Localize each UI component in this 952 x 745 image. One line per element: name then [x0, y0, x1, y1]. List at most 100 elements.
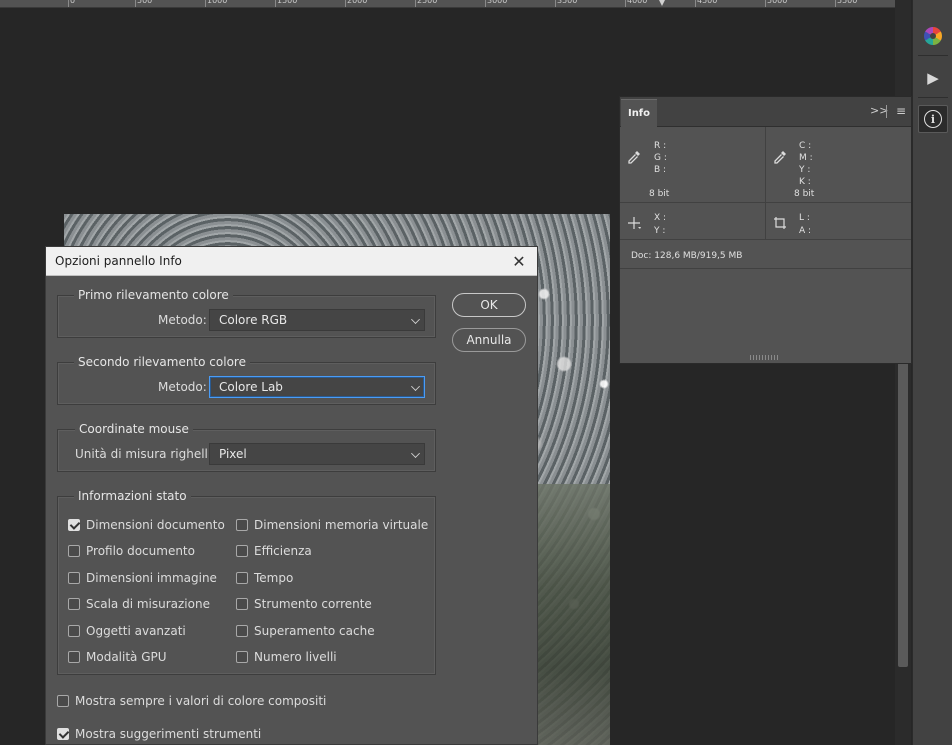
checkbox-show-composite[interactable] — [57, 695, 69, 707]
ruler-tick — [135, 0, 136, 7]
checkbox-layer-count[interactable] — [236, 651, 248, 663]
ruler-tick — [485, 0, 486, 7]
eyedropper-icon[interactable] — [626, 149, 642, 165]
checkbox-document-profile[interactable] — [68, 545, 80, 557]
label-y: Y : — [799, 165, 811, 175]
checkbox-gpu-mode[interactable] — [68, 651, 80, 663]
group-title: Primo rilevamento colore — [74, 288, 233, 302]
ruler-label: 0 — [70, 0, 76, 5]
eyedropper-icon[interactable] — [772, 149, 788, 165]
close-icon[interactable]: ✕ — [509, 251, 529, 271]
label-k: K : — [799, 177, 811, 187]
info-icon[interactable]: i — [918, 105, 948, 133]
play-icon[interactable]: ▶ — [918, 64, 948, 92]
group-title: Coordinate mouse — [75, 422, 193, 436]
ruler-label: 3000 — [487, 0, 508, 5]
ruler-label: 4500 — [697, 0, 718, 5]
first-color-sample-group: Primo rilevamento colore Metodo: Colore … — [57, 288, 436, 338]
status-info-group: Informazioni stato Dimensioni documento … — [57, 489, 436, 675]
scrollbar-thumb[interactable] — [898, 362, 908, 667]
label-b: B : — [654, 165, 667, 175]
ruler-label: 500 — [137, 0, 153, 5]
checkbox-efficiency[interactable] — [236, 545, 248, 557]
checkbox-label: Oggetti avanzati — [86, 624, 186, 638]
first-method-select[interactable]: Colore RGB — [209, 309, 425, 331]
checkbox-smart-objects[interactable] — [68, 625, 80, 637]
checkbox-label: Modalità GPU — [86, 650, 167, 664]
panel-divider — [620, 239, 911, 240]
label-g: G : — [654, 153, 667, 163]
ruler-label: 1000 — [207, 0, 228, 5]
checkbox-label: Mostra sempre i valori di colore composi… — [75, 694, 327, 708]
ruler-label: 1500 — [277, 0, 298, 5]
checkbox-measurement-scale[interactable] — [68, 598, 80, 610]
panel-tab-bar: Info >> ≡ — [620, 97, 911, 127]
checkbox-scratch-sizes[interactable] — [236, 519, 248, 531]
mouse-coordinates-group: Coordinate mouse Unità di misura righell… — [57, 422, 436, 472]
second-method-select[interactable]: Colore Lab — [209, 376, 425, 398]
cancel-button[interactable]: Annulla — [452, 328, 526, 352]
select-value: Colore Lab — [219, 380, 283, 394]
label-r: R : — [654, 141, 667, 151]
checkbox-cache-overflow[interactable] — [236, 625, 248, 637]
checkbox-current-tool[interactable] — [236, 598, 248, 610]
checkbox-label: Dimensioni documento — [86, 518, 225, 532]
hamburger-menu-icon[interactable]: ≡ — [896, 105, 906, 117]
label-l: L : — [799, 213, 810, 223]
checkbox-label: Strumento corrente — [254, 597, 372, 611]
checkbox-label: Dimensioni memoria virtuale — [254, 518, 429, 532]
chevron-down-icon — [411, 315, 420, 324]
ruler-tick — [765, 0, 766, 7]
chevron-down-icon — [411, 449, 420, 458]
ruler-units-label: Unità di misura righelli: — [75, 447, 216, 461]
ruler-units-select[interactable]: Pixel — [209, 443, 425, 465]
ruler-tick — [345, 0, 346, 7]
ok-button[interactable]: OK — [452, 293, 526, 317]
checkbox-show-tooltips[interactable] — [57, 728, 69, 740]
dialog-title-bar[interactable]: Opzioni pannello Info ✕ — [46, 247, 537, 276]
color-wheel-icon[interactable] — [918, 22, 948, 50]
ruler-label: 2000 — [347, 0, 368, 5]
dialog-title: Opzioni pannello Info — [55, 254, 182, 268]
select-value: Colore RGB — [219, 313, 288, 327]
ruler-tick — [415, 0, 416, 7]
dock-separator — [918, 97, 948, 98]
panel-divider — [765, 127, 766, 239]
ruler-label: 5000 — [767, 0, 788, 5]
checkbox-timing[interactable] — [236, 572, 248, 584]
ruler-cursor-marker — [659, 0, 665, 6]
ruler-tick — [835, 0, 836, 7]
group-title: Secondo rilevamento colore — [74, 355, 250, 369]
ruler-tick — [555, 0, 556, 7]
cmyk-bit-depth: 8 bit — [794, 189, 815, 199]
ruler-tick — [68, 0, 69, 7]
method-label: Metodo: — [158, 380, 207, 394]
panel-divider — [620, 202, 911, 203]
selection-size-icon — [774, 217, 786, 229]
ruler-label: 4000 — [627, 0, 648, 5]
label-y-coord: Y : — [654, 226, 666, 236]
ruler-label: 5500 — [837, 0, 858, 5]
select-value: Pixel — [219, 447, 247, 461]
panel-dock-strip: ▶ i — [912, 0, 952, 745]
checkbox-image-dimensions[interactable] — [68, 572, 80, 584]
tab-info[interactable]: Info — [621, 99, 657, 127]
panel-resize-grip[interactable] — [750, 355, 780, 360]
checkbox-label: Profilo documento — [86, 544, 195, 558]
checkbox-label: Superamento cache — [254, 624, 375, 638]
ruler-tick — [695, 0, 696, 7]
ruler-tick — [275, 0, 276, 7]
panel-divider — [620, 268, 911, 269]
checkbox-label: Dimensioni immagine — [86, 571, 217, 585]
ruler-label: 3500 — [557, 0, 578, 5]
dock-separator — [918, 55, 948, 56]
checkbox-document-dimensions[interactable] — [68, 519, 80, 531]
chevron-down-icon — [411, 382, 420, 391]
ruler-label: 2500 — [417, 0, 438, 5]
panel-controls-divider — [886, 105, 887, 118]
rgb-bit-depth: 8 bit — [649, 189, 670, 199]
second-color-sample-group: Secondo rilevamento colore Metodo: Color… — [57, 355, 436, 405]
checkbox-label: Numero livelli — [254, 650, 337, 664]
info-panel: Info >> ≡ R : G : B : 8 bit C : M : Y : … — [619, 96, 912, 364]
horizontal-ruler[interactable]: 0 500 1000 1500 2000 2500 3000 3500 4000… — [0, 0, 895, 8]
